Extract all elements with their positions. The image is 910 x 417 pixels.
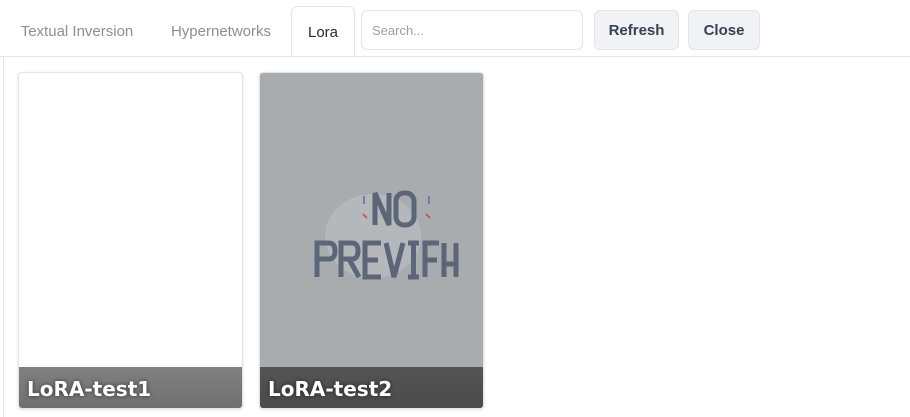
- close-button[interactable]: Close: [688, 10, 760, 50]
- tab-hypernetworks[interactable]: Hypernetworks: [156, 6, 286, 56]
- search-input[interactable]: [361, 10, 583, 50]
- lora-card[interactable]: LoRA-test1: [18, 72, 243, 409]
- tab-textual-inversion[interactable]: Textual Inversion: [8, 6, 146, 56]
- refresh-button[interactable]: Refresh: [594, 10, 679, 50]
- card-name: LoRA-test2: [268, 377, 393, 401]
- lora-card[interactable]: LoRA-test2: [259, 72, 484, 409]
- card-footer: LoRA-test1: [19, 367, 242, 408]
- extra-networks-toolbar: Textual Inversion Hypernetworks Lora Ref…: [0, 0, 910, 58]
- tab-lora[interactable]: Lora: [291, 6, 355, 56]
- card-name: LoRA-test1: [27, 377, 152, 401]
- card-footer: LoRA-test2: [260, 367, 483, 408]
- tab-divider: [0, 56, 910, 57]
- no-preview-image: [314, 190, 459, 280]
